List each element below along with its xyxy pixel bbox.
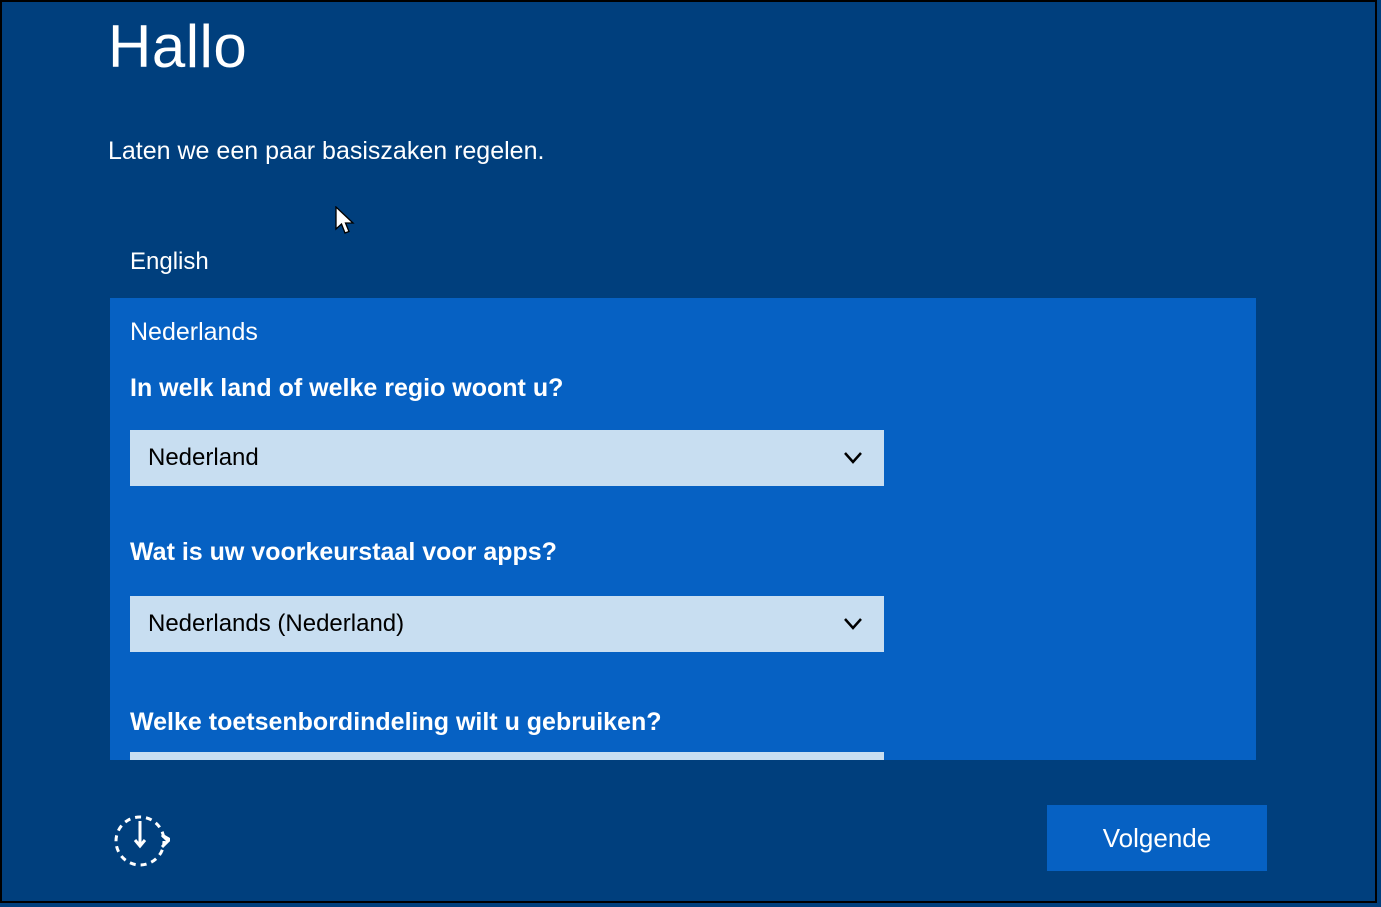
language-option-english[interactable]: English <box>130 248 209 276</box>
app-language-question: Wat is uw voorkeurstaal voor apps? <box>130 538 557 567</box>
oobe-frame: Hallo Laten we een paar basiszaken regel… <box>0 0 1377 903</box>
country-region-value: Nederland <box>148 444 259 472</box>
keyboard-layout-dropdown[interactable] <box>130 752 884 760</box>
country-region-question: In welk land of welke regio woont u? <box>130 374 563 403</box>
app-language-value: Nederlands (Nederland) <box>148 610 404 638</box>
app-language-dropdown[interactable]: Nederlands (Nederland) <box>130 596 884 652</box>
language-option-nederlands[interactable]: Nederlands <box>130 318 258 347</box>
country-region-dropdown[interactable]: Nederland <box>130 430 884 486</box>
keyboard-layout-question: Welke toetsenbordindeling wilt u gebruik… <box>130 708 662 737</box>
chevron-down-icon <box>844 614 862 634</box>
chevron-down-icon <box>844 448 862 468</box>
cursor-icon <box>335 206 357 241</box>
selected-language-panel: Nederlands In welk land of welke regio w… <box>110 298 1256 760</box>
next-button[interactable]: Volgende <box>1047 805 1267 871</box>
page-subtitle: Laten we een paar basiszaken regelen. <box>108 137 544 166</box>
ease-of-access-icon[interactable] <box>110 811 170 871</box>
page-title: Hallo <box>108 12 247 81</box>
